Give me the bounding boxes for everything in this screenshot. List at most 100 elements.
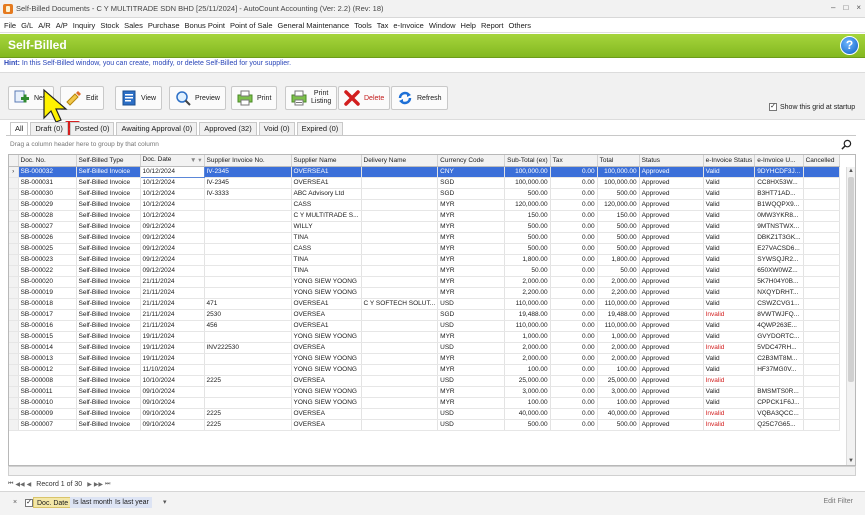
table-row[interactable]: SB-000016 Self-Billed Invoice 21/11/2024 45… bbox=[9, 320, 840, 332]
filter-checkbox-box[interactable]: ✓ bbox=[25, 499, 33, 507]
prev-record-icon[interactable]: ◀ bbox=[27, 481, 32, 488]
menu-file[interactable]: File bbox=[4, 21, 16, 30]
table-row[interactable]: SB-000012 Self-Billed Invoice 11/10/2024 YO… bbox=[9, 364, 840, 376]
col-header-currency[interactable]: Currency Code bbox=[437, 155, 506, 167]
row-indicator[interactable] bbox=[9, 353, 19, 365]
table-row[interactable]: › SB-000032 Self-Billed Invoice 10/12/2024 I… bbox=[9, 165, 840, 178]
prev-page-icon[interactable]: ◀◀ bbox=[15, 481, 24, 488]
menu-gl[interactable]: G/L bbox=[21, 21, 33, 30]
help-icon[interactable]: ? bbox=[840, 36, 859, 55]
row-indicator[interactable] bbox=[9, 265, 19, 277]
menu-window[interactable]: Window bbox=[429, 21, 456, 30]
table-row[interactable]: SB-000015 Self-Billed Invoice 19/11/2024 YO… bbox=[9, 331, 840, 343]
table-row[interactable]: SB-000028 Self-Billed Invoice 10/12/2024 C … bbox=[9, 210, 840, 222]
tab-approved[interactable]: Approved (32) bbox=[199, 122, 257, 135]
last-record-icon[interactable]: ⏭ bbox=[105, 481, 110, 488]
filter-dropdown-icon[interactable]: ▾ bbox=[160, 497, 170, 508]
tab-void[interactable]: Void (0) bbox=[258, 122, 295, 135]
table-row[interactable]: SB-000027 Self-Billed Invoice 09/12/2024 WI… bbox=[9, 221, 840, 233]
row-indicator[interactable] bbox=[9, 309, 19, 321]
col-header-einvoice-uuid[interactable]: e-Invoice U... bbox=[754, 155, 804, 167]
clear-filter-icon[interactable]: × bbox=[10, 497, 20, 508]
refresh-button[interactable]: Refresh bbox=[391, 86, 448, 110]
view-button[interactable]: View bbox=[115, 86, 163, 110]
menu-tools[interactable]: Tools bbox=[354, 21, 372, 30]
table-row[interactable]: SB-000009 Self-Billed Invoice 09/10/2024 22… bbox=[9, 408, 840, 420]
col-header-total[interactable]: Total bbox=[597, 155, 640, 167]
show-grid-checkbox[interactable]: ✓ bbox=[769, 103, 777, 111]
print-button[interactable]: Print bbox=[231, 86, 278, 110]
row-indicator[interactable] bbox=[9, 298, 19, 310]
col-header-doc-no[interactable]: Doc. No. bbox=[18, 155, 77, 167]
row-indicator[interactable] bbox=[9, 287, 19, 299]
menu-point-of-sale[interactable]: Point of Sale bbox=[230, 21, 273, 30]
menu-e-invoice[interactable]: e-Invoice bbox=[393, 21, 423, 30]
next-page-icon[interactable]: ▶▶ bbox=[94, 481, 103, 488]
show-grid-option[interactable]: ✓ Show this grid at startup bbox=[769, 103, 855, 111]
menu-bonus-point[interactable]: Bonus Point bbox=[185, 21, 225, 30]
menu-ap[interactable]: A/P bbox=[56, 21, 68, 30]
scroll-up-icon[interactable]: ▲ bbox=[848, 168, 854, 174]
row-indicator[interactable] bbox=[9, 397, 19, 409]
menu-tax[interactable]: Tax bbox=[377, 21, 389, 30]
table-row[interactable]: SB-000018 Self-Billed Invoice 21/11/2024 47… bbox=[9, 298, 840, 310]
menu-ar[interactable]: A/R bbox=[38, 21, 51, 30]
filter-chip-last-month[interactable]: Is last month bbox=[70, 497, 116, 508]
menu-report[interactable]: Report bbox=[481, 21, 504, 30]
col-header-supplier-invoice[interactable]: Supplier Invoice No. bbox=[204, 155, 292, 167]
table-row[interactable]: SB-000008 Self-Billed Invoice 10/10/2024 22… bbox=[9, 375, 840, 387]
row-indicator[interactable] bbox=[9, 386, 19, 398]
col-header-subtotal[interactable]: Sub-Total (ex) bbox=[504, 155, 551, 167]
row-indicator[interactable]: › bbox=[9, 166, 19, 178]
row-indicator[interactable] bbox=[9, 276, 19, 288]
row-indicator[interactable] bbox=[9, 375, 19, 387]
tab-all[interactable]: All bbox=[10, 122, 29, 136]
table-row[interactable]: SB-000007 Self-Billed Invoice 09/10/2024 22… bbox=[9, 419, 840, 431]
edit-filter-link[interactable]: Edit Filter bbox=[823, 498, 853, 505]
menu-purchase[interactable]: Purchase bbox=[148, 21, 180, 30]
tab-expired[interactable]: Expired (0) bbox=[296, 122, 344, 135]
print-listing-button[interactable]: Print Listing bbox=[285, 86, 338, 110]
scroll-thumb[interactable] bbox=[848, 177, 854, 382]
horizontal-scrollbar[interactable] bbox=[8, 466, 856, 476]
row-indicator[interactable] bbox=[9, 408, 19, 420]
tab-draft[interactable]: Draft (0) bbox=[30, 122, 68, 135]
table-row[interactable]: SB-000029 Self-Billed Invoice 10/12/2024 CA… bbox=[9, 199, 840, 211]
row-indicator[interactable] bbox=[9, 254, 19, 266]
table-row[interactable]: SB-000023 Self-Billed Invoice 09/12/2024 TI… bbox=[9, 254, 840, 266]
col-header-einvoice-status[interactable]: e-Invoice Status bbox=[703, 155, 756, 167]
table-row[interactable]: SB-000011 Self-Billed Invoice 09/10/2024 YO… bbox=[9, 386, 840, 398]
filter-chip-doc-date[interactable]: Doc. Date bbox=[33, 497, 73, 508]
row-indicator[interactable] bbox=[9, 331, 19, 343]
col-header-status[interactable]: Status bbox=[639, 155, 704, 167]
menu-others[interactable]: Others bbox=[509, 21, 532, 30]
first-record-icon[interactable]: ⏮ bbox=[8, 481, 13, 488]
table-row[interactable]: SB-000017 Self-Billed Invoice 21/11/2024 25… bbox=[9, 309, 840, 321]
row-indicator[interactable] bbox=[9, 177, 19, 189]
menu-stock[interactable]: Stock bbox=[100, 21, 119, 30]
search-icon[interactable] bbox=[841, 139, 852, 150]
col-header-supplier-name[interactable]: Supplier Name bbox=[291, 155, 362, 167]
preview-button[interactable]: Preview bbox=[169, 86, 226, 110]
table-row[interactable]: SB-000022 Self-Billed Invoice 09/12/2024 TI… bbox=[9, 265, 840, 277]
row-indicator[interactable] bbox=[9, 419, 19, 431]
menu-help[interactable]: Help bbox=[461, 21, 476, 30]
scroll-down-icon[interactable]: ▼ bbox=[848, 458, 854, 464]
menu-inquiry[interactable]: Inquiry bbox=[73, 21, 96, 30]
row-indicator[interactable] bbox=[9, 342, 19, 354]
table-row[interactable]: SB-000020 Self-Billed Invoice 21/11/2024 YO… bbox=[9, 276, 840, 288]
table-row[interactable]: SB-000026 Self-Billed Invoice 09/12/2024 TI… bbox=[9, 232, 840, 244]
table-row[interactable]: SB-000030 Self-Billed Invoice 10/12/2024 IV… bbox=[9, 188, 840, 200]
row-indicator[interactable] bbox=[9, 221, 19, 233]
table-row[interactable]: SB-000010 Self-Billed Invoice 09/10/2024 YO… bbox=[9, 397, 840, 409]
filter-chip-last-year[interactable]: Is last year bbox=[112, 497, 152, 508]
table-row[interactable]: SB-000013 Self-Billed Invoice 19/11/2024 YO… bbox=[9, 353, 840, 365]
table-row[interactable]: SB-000031 Self-Billed Invoice 10/12/2024 IV… bbox=[9, 177, 840, 189]
vertical-scrollbar[interactable]: ▲ ▼ bbox=[846, 167, 855, 465]
tab-awaiting-approval[interactable]: Awaiting Approval (0) bbox=[116, 122, 198, 135]
minimize-button[interactable]: – bbox=[831, 3, 835, 12]
row-indicator[interactable] bbox=[9, 199, 19, 211]
maximize-button[interactable]: □ bbox=[843, 3, 848, 12]
tab-posted[interactable]: Posted (0) bbox=[69, 122, 115, 135]
col-header-delivery-name[interactable]: Delivery Name bbox=[361, 155, 439, 167]
